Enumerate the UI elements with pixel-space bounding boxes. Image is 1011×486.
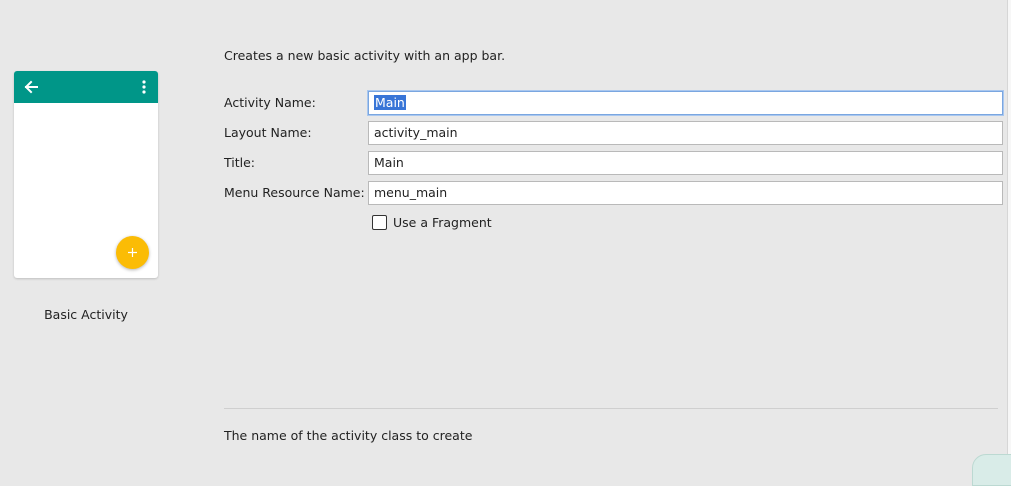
- back-arrow-icon: [23, 79, 39, 95]
- divider: [224, 408, 998, 409]
- use-fragment-checkbox[interactable]: [372, 215, 387, 230]
- activity-name-selected-text: Main: [374, 95, 406, 110]
- preview-app-bar: [14, 71, 158, 103]
- layout-name-label: Layout Name:: [224, 125, 312, 140]
- activity-name-label: Activity Name:: [224, 95, 316, 110]
- corner-widget[interactable]: [972, 454, 1011, 486]
- window-right-edge: [1007, 0, 1011, 467]
- activity-name-input[interactable]: Main: [368, 91, 1003, 115]
- activity-name-row: Activity Name: Main: [224, 91, 1003, 115]
- template-description: Creates a new basic activity with an app…: [224, 48, 506, 63]
- layout-name-row: Layout Name: activity_main: [224, 121, 1003, 145]
- layout-name-input[interactable]: activity_main: [368, 121, 1003, 145]
- menu-resource-name-row: Menu Resource Name: menu_main: [224, 181, 1003, 205]
- use-fragment-label[interactable]: Use a Fragment: [393, 215, 492, 230]
- template-name-label: Basic Activity: [44, 307, 128, 322]
- more-vert-icon: [136, 79, 152, 95]
- add-icon: [128, 248, 137, 257]
- title-input[interactable]: Main: [368, 151, 1003, 175]
- title-row: Title: Main: [224, 151, 1003, 175]
- template-preview-card[interactable]: [14, 71, 158, 278]
- preview-fab: [116, 236, 149, 269]
- title-label: Title:: [224, 155, 255, 170]
- field-help-text: The name of the activity class to create: [224, 428, 473, 443]
- menu-resource-name-label: Menu Resource Name:: [224, 185, 365, 200]
- menu-resource-name-input[interactable]: menu_main: [368, 181, 1003, 205]
